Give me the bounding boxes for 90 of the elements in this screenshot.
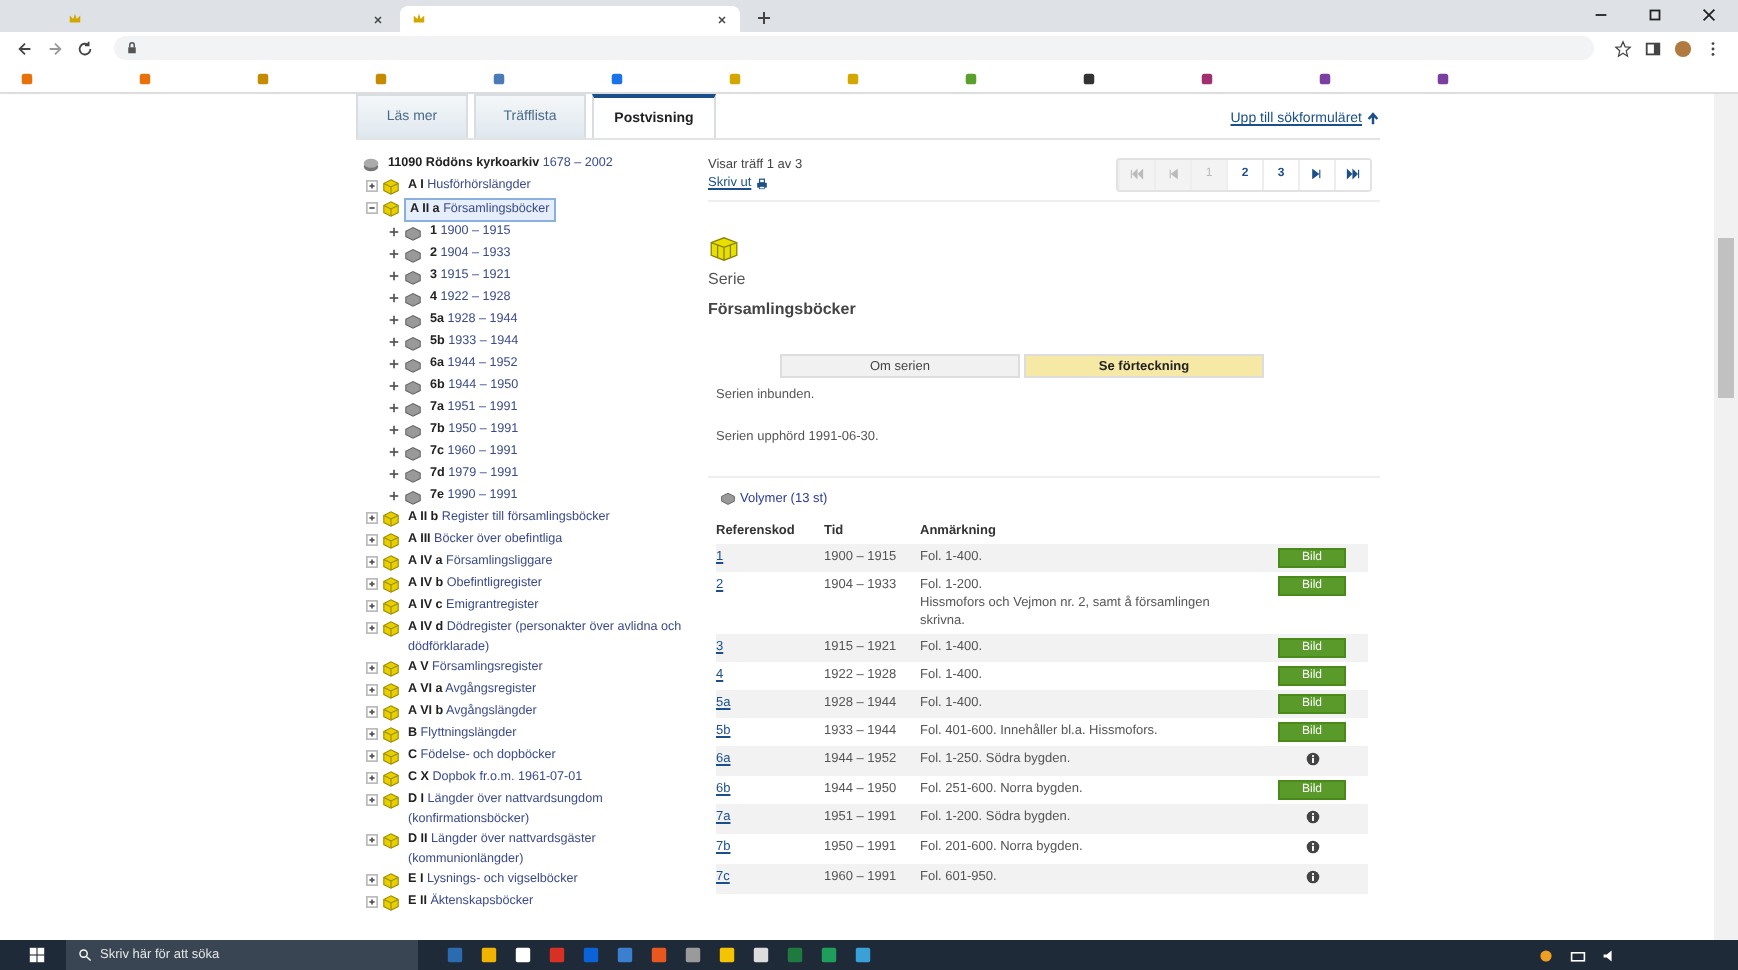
volume-icon	[720, 490, 736, 506]
plus-icon[interactable]	[388, 468, 400, 480]
bookmark-icon[interactable]	[1082, 71, 1096, 85]
close-icon[interactable]	[716, 13, 728, 25]
minus-icon[interactable]	[366, 202, 378, 214]
series-type-label: Serie	[708, 270, 748, 288]
book-stack-icon	[382, 894, 400, 912]
plus-icon[interactable]	[366, 794, 378, 806]
prev-arrow-icon	[1166, 168, 1180, 180]
scrollbar[interactable]	[1714, 94, 1738, 940]
back-icon[interactable]	[16, 39, 34, 57]
bookmark-icon[interactable]	[1318, 71, 1332, 85]
star-icon[interactable]	[1614, 39, 1632, 57]
book-stack-icon	[382, 726, 400, 744]
bookmark-icon[interactable]	[1200, 71, 1214, 85]
book-stack-icon	[382, 748, 400, 766]
plus-icon[interactable]	[388, 380, 400, 392]
plus-icon[interactable]	[366, 874, 378, 886]
book-stack-icon	[382, 598, 400, 616]
last-arrow-icon	[1346, 168, 1360, 180]
plus-icon[interactable]	[366, 728, 378, 740]
forward-icon[interactable]	[46, 39, 64, 57]
plus-icon[interactable]	[366, 512, 378, 524]
book-stack-icon	[382, 532, 400, 550]
plus-icon[interactable]	[366, 180, 378, 192]
plus-icon[interactable]	[388, 358, 400, 370]
plus-icon[interactable]	[366, 834, 378, 846]
crown-icon	[68, 12, 82, 26]
plus-icon[interactable]	[388, 226, 400, 238]
first-arrow-icon	[1130, 168, 1144, 180]
reload-icon[interactable]	[76, 39, 94, 57]
avatar-icon[interactable]	[1674, 39, 1692, 57]
plus-icon[interactable]	[388, 336, 400, 348]
plus-icon[interactable]	[366, 662, 378, 674]
plus-icon[interactable]	[388, 446, 400, 458]
address-field[interactable]	[114, 36, 1594, 60]
plus-icon[interactable]	[366, 706, 378, 718]
plus-icon[interactable]	[366, 622, 378, 634]
plus-icon[interactable]	[366, 772, 378, 784]
next-arrow-icon	[1310, 168, 1324, 180]
bookmark-icon[interactable]	[1436, 71, 1450, 85]
lock-icon	[126, 42, 138, 54]
book-stack-icon	[382, 576, 400, 594]
plus-icon[interactable]	[388, 248, 400, 260]
printer-icon	[755, 177, 768, 189]
plus-icon[interactable]	[366, 896, 378, 908]
scrollbar-thumb[interactable]	[1718, 238, 1734, 398]
plus-icon[interactable]	[388, 270, 400, 282]
book-stack-icon	[382, 554, 400, 572]
plus-icon[interactable]	[388, 314, 400, 326]
plus-icon[interactable]	[366, 534, 378, 546]
plus-icon[interactable]	[366, 600, 378, 612]
info-icon[interactable]	[1305, 752, 1319, 766]
plus-icon[interactable]	[366, 750, 378, 762]
book-stack-icon	[382, 682, 400, 700]
weather-icon	[1538, 947, 1554, 963]
book-stack-icon	[382, 770, 400, 788]
stack-icon	[362, 156, 380, 174]
plus-icon[interactable]	[388, 402, 400, 414]
last-page-button[interactable]	[1334, 159, 1370, 189]
plus-icon[interactable]	[388, 424, 400, 436]
book-stack-icon	[382, 200, 400, 218]
book-stack-icon	[382, 792, 400, 810]
close-icon[interactable]	[1700, 6, 1718, 24]
plus-icon[interactable]	[366, 578, 378, 590]
plus-icon[interactable]	[388, 490, 400, 502]
plus-icon[interactable]	[756, 10, 772, 26]
plus-icon[interactable]	[388, 292, 400, 304]
info-icon[interactable]	[1305, 840, 1319, 854]
windows-logo-icon[interactable]	[28, 946, 46, 964]
book-stack-icon	[382, 872, 400, 890]
book-stack-icon	[708, 234, 740, 264]
book-stack-icon	[382, 620, 400, 638]
book-stack-icon	[382, 510, 400, 528]
plus-icon[interactable]	[366, 684, 378, 696]
arrow-up-icon	[1366, 112, 1380, 126]
speaker-icon	[1602, 947, 1618, 963]
sidebar-icon[interactable]	[1644, 39, 1662, 57]
close-icon[interactable]	[372, 13, 384, 25]
book-stack-icon	[382, 178, 400, 196]
book-stack-icon	[382, 660, 400, 678]
maximize-icon[interactable]	[1646, 6, 1664, 24]
plus-icon[interactable]	[366, 556, 378, 568]
info-icon[interactable]	[1305, 810, 1319, 824]
series-title: Församlingsböcker	[708, 300, 858, 318]
book-stack-icon	[382, 704, 400, 722]
network-icon	[1570, 947, 1586, 963]
crown-icon	[412, 12, 426, 26]
book-stack-icon	[382, 832, 400, 850]
info-icon[interactable]	[1305, 870, 1319, 884]
